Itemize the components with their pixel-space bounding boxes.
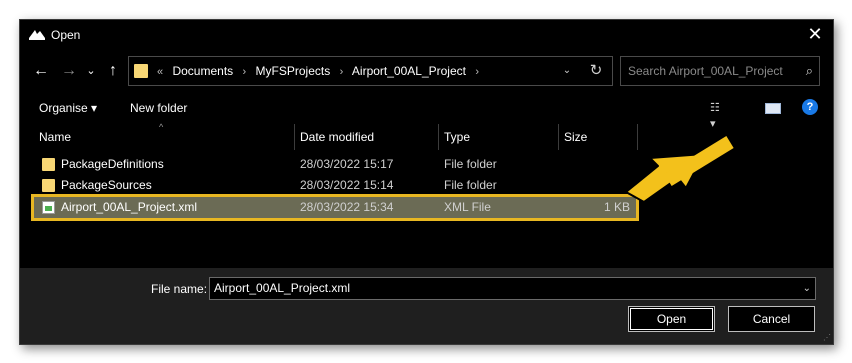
file-name-value: Airport_00AL_Project.xml — [214, 281, 351, 295]
organise-button[interactable]: Organise ▾ — [39, 96, 97, 120]
title-app-icon — [29, 30, 45, 40]
overflow-chevron[interactable]: « — [157, 66, 163, 78]
file-date: 28/03/2022 15:34 — [300, 200, 394, 214]
resize-grip-icon[interactable]: ⋰ — [823, 333, 831, 342]
breadcrumb-separator[interactable]: › — [340, 66, 344, 78]
file-type: File folder — [444, 157, 497, 171]
preview-pane-icon[interactable] — [765, 103, 781, 114]
forward-arrow-icon[interactable]: → — [58, 56, 80, 86]
column-divider[interactable] — [294, 124, 295, 150]
sort-ascending-icon: ^ — [159, 122, 164, 132]
column-divider[interactable] — [558, 124, 559, 150]
view-options-icon[interactable]: ☷ ▾ — [710, 100, 728, 130]
folder-icon — [42, 158, 55, 171]
search-placeholder: Search Airport_00AL_Project — [628, 64, 783, 78]
cancel-button[interactable]: Cancel — [728, 306, 815, 332]
file-date: 28/03/2022 15:17 — [300, 157, 394, 171]
file-type: XML File — [444, 200, 491, 214]
refresh-icon[interactable]: ↻ — [584, 57, 608, 85]
recent-locations-icon[interactable]: ⌄ — [84, 56, 98, 86]
breadcrumb-separator[interactable]: › — [475, 66, 479, 78]
search-icon[interactable]: ⌕ — [806, 57, 813, 85]
column-divider[interactable] — [438, 124, 439, 150]
close-button[interactable]: ✕ — [805, 24, 825, 44]
file-date: 28/03/2022 15:14 — [300, 178, 394, 192]
file-type: File folder — [444, 178, 497, 192]
search-box[interactable]: Search Airport_00AL_Project ⌕ — [620, 56, 820, 86]
column-header-type[interactable]: Type — [444, 124, 470, 150]
xml-file-icon — [42, 201, 55, 214]
folder-icon — [42, 179, 55, 192]
help-icon[interactable]: ? — [802, 99, 818, 115]
title-bar: Open ✕ — [20, 20, 833, 50]
command-bar: Organise ▾ New folder ☷ ▾ ? — [20, 96, 833, 130]
column-header-date[interactable]: Date modified — [300, 124, 374, 150]
file-name: Airport_00AL_Project.xml — [61, 200, 198, 214]
address-dropdown-icon[interactable]: ⌄ — [557, 57, 577, 85]
file-name: PackageSources — [61, 178, 152, 192]
address-bar[interactable]: « Documents › MyFSProjects › Airport_00A… — [128, 56, 613, 86]
breadcrumb-airport-project[interactable]: Airport_00AL_Project — [352, 64, 466, 78]
breadcrumb-documents[interactable]: Documents — [172, 64, 233, 78]
new-folder-button[interactable]: New folder — [130, 96, 187, 120]
file-name-label: File name: — [151, 282, 208, 296]
back-arrow-icon[interactable]: ← — [30, 56, 52, 86]
navigation-bar: ← → ⌄ ↑ « Documents › MyFSProjects › Air… — [20, 56, 833, 88]
file-name-field[interactable]: Airport_00AL_Project.xml ⌄ — [209, 277, 816, 300]
file-name-dropdown-icon[interactable]: ⌄ — [803, 278, 811, 299]
folder-icon — [134, 64, 148, 78]
breadcrumb: « Documents › MyFSProjects › Airport_00A… — [157, 57, 485, 85]
file-name: PackageDefinitions — [61, 157, 164, 171]
file-row-selected[interactable]: Airport_00AL_Project.xml 28/03/2022 15:3… — [31, 194, 639, 221]
window-title: Open — [51, 28, 81, 42]
up-arrow-icon[interactable]: ↑ — [102, 56, 124, 86]
callout-arrow-icon — [625, 136, 734, 203]
breadcrumb-myfsprojects[interactable]: MyFSProjects — [256, 64, 331, 78]
open-button[interactable]: Open — [628, 306, 715, 332]
file-row[interactable]: PackageDefinitions 28/03/2022 15:17 File… — [34, 154, 636, 175]
column-header-size[interactable]: Size — [564, 124, 587, 150]
breadcrumb-separator[interactable]: › — [243, 66, 247, 78]
file-row[interactable]: PackageSources 28/03/2022 15:14 File fol… — [34, 175, 636, 196]
column-header-name[interactable]: Name — [39, 124, 71, 150]
